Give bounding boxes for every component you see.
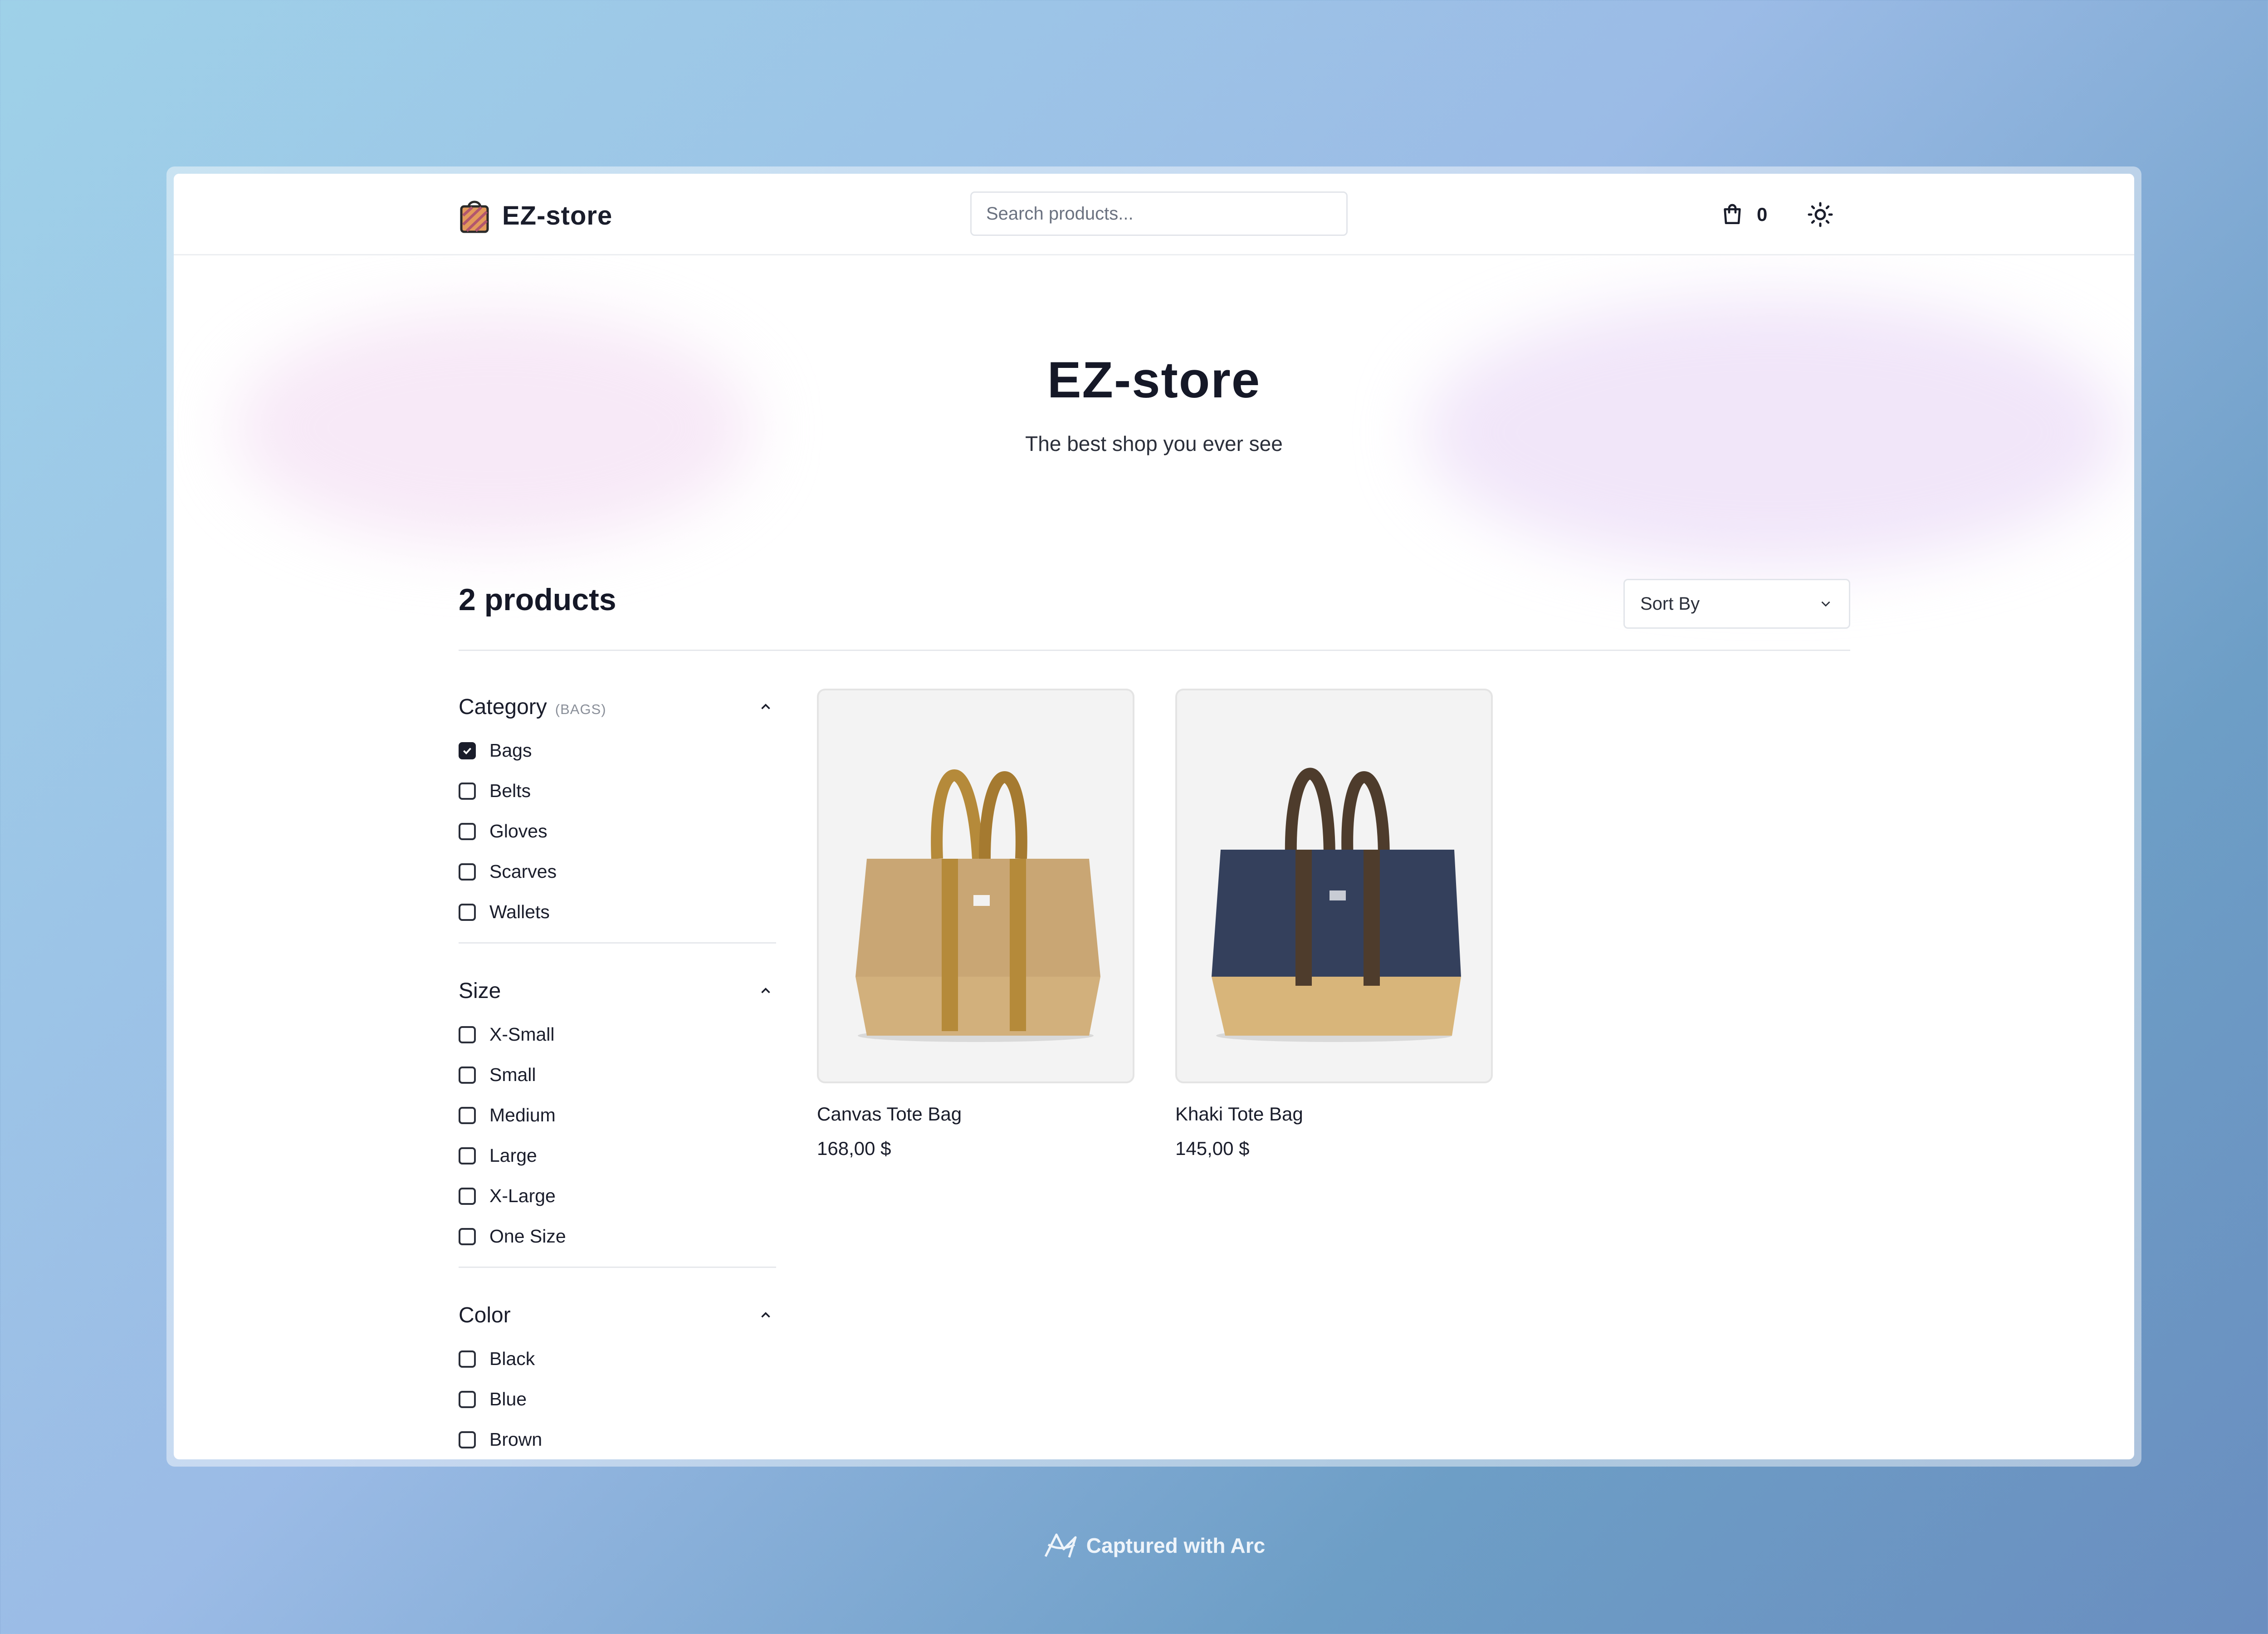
cart-count: 0 (1757, 204, 1768, 225)
chevron-up-icon[interactable] (758, 983, 773, 998)
capture-watermark: Captured with Arc (0, 1531, 2268, 1560)
filter-option-x-large[interactable]: X-Large (459, 1176, 776, 1216)
filter-option-label: Brown (489, 1429, 543, 1450)
checkbox[interactable] (459, 1390, 476, 1408)
filter-option-small[interactable]: Small (459, 1055, 776, 1095)
product-image[interactable] (817, 689, 1134, 1083)
hero-title: EZ-store (1047, 352, 1261, 408)
chevron-up-icon[interactable] (758, 699, 773, 714)
arc-logo-icon (1044, 1533, 1077, 1558)
filter-option-gloves[interactable]: Gloves (459, 811, 776, 851)
filter-option-label: Medium (489, 1105, 556, 1125)
store-name: EZ-store (502, 201, 613, 230)
shopping-bag-icon (460, 201, 489, 233)
filter-option-x-small[interactable]: X-Small (459, 1014, 776, 1055)
checkbox[interactable] (459, 1350, 476, 1368)
filter-option-label: Scarves (489, 861, 557, 882)
product-card[interactable]: Khaki Tote Bag 145,00 $ (1175, 689, 1493, 1159)
capture-label: Captured with Arc (1086, 1534, 1266, 1557)
filter-option-medium[interactable]: Medium (459, 1095, 776, 1135)
product-price: 145,00 $ (1175, 1138, 1250, 1159)
checkbox[interactable] (459, 1147, 476, 1164)
checkbox[interactable] (459, 1106, 476, 1124)
check-icon (463, 747, 471, 754)
product-count: 2 products (459, 582, 616, 617)
filter-option-label: Wallets (489, 901, 550, 922)
search-input[interactable] (970, 191, 1348, 236)
sort-by-select[interactable]: Sort By (1623, 579, 1850, 629)
tote-bag-image (855, 769, 1100, 1042)
filter-header-size[interactable]: Size (459, 973, 776, 1009)
filter-header-color[interactable]: Color (459, 1297, 776, 1333)
product-card[interactable]: Canvas Tote Bag 168,00 $ (817, 689, 1134, 1159)
tote-bag-image (1212, 768, 1461, 1042)
hero-subtitle: The best shop you ever see (1025, 432, 1283, 455)
filter-header-category[interactable]: Category (BAGS) (459, 689, 776, 725)
checkbox[interactable] (459, 822, 476, 840)
filter-option-one-size[interactable]: One Size (459, 1216, 776, 1257)
product-name[interactable]: Canvas Tote Bag (817, 1103, 1134, 1125)
top-navigation-bar: EZ-store 0 (174, 174, 2134, 255)
checkbox[interactable] (459, 1026, 476, 1043)
checkbox[interactable] (459, 1431, 476, 1448)
product-image[interactable] (1175, 689, 1493, 1083)
filter-option-label: Belts (489, 780, 531, 801)
product-name[interactable]: Khaki Tote Bag (1175, 1103, 1493, 1125)
sun-icon[interactable] (1807, 201, 1834, 228)
filter-selected-tag: (BAGS) (555, 701, 606, 717)
checkbox[interactable] (459, 863, 476, 881)
filter-title: Color (459, 1303, 511, 1327)
filter-group-color: Color Black Blue Brown (459, 1297, 776, 1459)
checkbox-checked[interactable] (459, 742, 476, 759)
cart-icon (1724, 204, 1741, 224)
chevron-up-icon[interactable] (758, 1307, 773, 1323)
filter-option-label: Blue (489, 1389, 527, 1409)
checkbox[interactable] (459, 1187, 476, 1205)
filter-option-bags[interactable]: Bags (459, 730, 776, 771)
filter-option-label: Bags (489, 740, 532, 761)
filter-group-size: Size X-Small Small Medium Large X-Large … (459, 973, 776, 1268)
filter-option-label: One Size (489, 1226, 566, 1247)
filter-option-scarves[interactable]: Scarves (459, 851, 776, 892)
checkbox[interactable] (459, 1228, 476, 1245)
sort-by-label: Sort By (1640, 593, 1700, 614)
filter-option-label: Small (489, 1064, 536, 1085)
filter-option-label: Gloves (489, 821, 547, 841)
filter-option-wallets[interactable]: Wallets (459, 892, 776, 932)
filter-option-belts[interactable]: Belts (459, 771, 776, 811)
filter-option-brown[interactable]: Brown (459, 1419, 776, 1459)
filter-group-category: Category (BAGS) Bags Belts Gloves Scarves… (459, 689, 776, 944)
chevron-down-icon (1821, 601, 1830, 607)
filter-option-black[interactable]: Black (459, 1339, 776, 1379)
filter-option-blue[interactable]: Blue (459, 1379, 776, 1419)
product-price: 168,00 $ (817, 1138, 891, 1159)
store-page: EZ-store 0 EZ-store The best shop you ev… (174, 174, 2134, 1459)
store-logo[interactable]: EZ-store (459, 197, 612, 234)
checkbox[interactable] (459, 782, 476, 800)
filter-option-label: Black (489, 1348, 535, 1369)
filter-title: Category (459, 695, 547, 719)
filter-option-label: X-Large (489, 1185, 556, 1206)
filter-option-label: X-Small (489, 1024, 555, 1045)
browser-window: EZ-store 0 EZ-store The best shop you ev… (166, 166, 2141, 1467)
cart-button[interactable]: 0 (1720, 202, 1767, 227)
checkbox[interactable] (459, 903, 476, 921)
toolbar-divider (459, 650, 1850, 651)
filter-sidebar: Category (BAGS) Bags Belts Gloves Scarves… (459, 689, 776, 1459)
filter-option-large[interactable]: Large (459, 1135, 776, 1176)
checkbox[interactable] (459, 1066, 476, 1084)
hero-glow-left (233, 310, 754, 546)
filter-title: Size (459, 978, 501, 1003)
filter-option-label: Large (489, 1145, 537, 1166)
